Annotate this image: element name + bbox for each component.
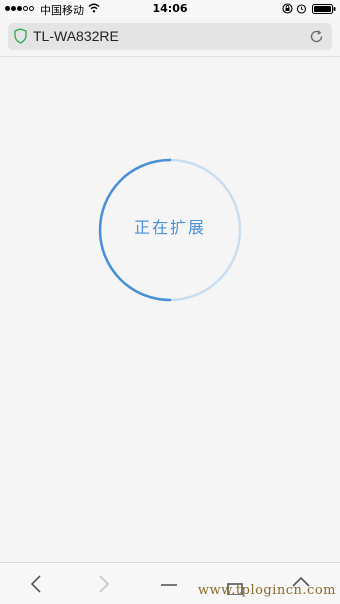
reload-icon[interactable] [309, 29, 324, 44]
orientation-lock-icon [282, 3, 293, 14]
watermark-text: www.tplogincn.com [197, 583, 336, 598]
share-button[interactable] [158, 573, 180, 595]
battery-icon [312, 4, 336, 14]
share-icon [161, 584, 177, 586]
back-icon [30, 575, 41, 593]
forward-icon [99, 575, 110, 593]
progress-label: 正在扩展 [133, 218, 206, 237]
forward-button[interactable] [92, 573, 114, 595]
status-bar: 中国移动 14:06 [0, 0, 340, 18]
header-divider [0, 56, 340, 57]
address-bar[interactable]: TL-WA832RE [8, 23, 332, 50]
alarm-icon [296, 4, 307, 14]
back-button[interactable] [26, 573, 48, 595]
shield-icon [14, 28, 27, 44]
address-url[interactable]: TL-WA832RE [33, 28, 119, 44]
